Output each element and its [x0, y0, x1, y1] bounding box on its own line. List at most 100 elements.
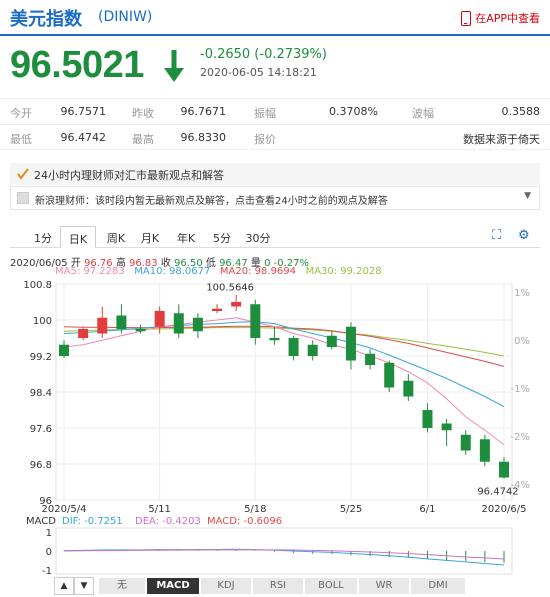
chevron-down-icon[interactable]: ▼: [524, 191, 531, 201]
advisor-section-header[interactable]: 24小时内理财师对汇市最新观点和解答: [10, 163, 540, 185]
header-bar: 美元指数 (DINIW) 在APP中查看: [0, 0, 550, 36]
indicator-wr-button[interactable]: WR: [358, 577, 410, 595]
stat-value-amplitude: 0.3708%: [329, 105, 378, 118]
indicator-dmi-button[interactable]: DMI: [410, 577, 466, 595]
candle-body: [422, 410, 433, 428]
candle-body: [307, 344, 318, 356]
candle-body: [269, 338, 280, 341]
x-tick-label: 2020/5/4: [42, 504, 87, 515]
macd-y-tick: -1: [42, 566, 52, 576]
candle-body: [460, 434, 471, 451]
candle-body: [403, 380, 414, 397]
candle-body: [288, 338, 299, 356]
x-tick-label: 2020/6/5: [482, 504, 527, 515]
stats-table: 今开 96.7571 昨收 96.7671 振幅 0.3708% 波幅 0.35…: [0, 98, 550, 150]
ma5-line: [63, 317, 505, 446]
quote-timestamp: 2020-06-05 14:18:21: [200, 66, 317, 79]
indicator-kdj-button[interactable]: KDJ: [200, 577, 252, 595]
dea-label: DEA: -0.4203: [135, 516, 201, 527]
candle-body: [326, 335, 337, 347]
down-arrow-icon: [164, 50, 184, 82]
x-tick-label: 5/11: [148, 504, 170, 515]
y-tick-label: 98.4: [30, 388, 52, 399]
indicator-boll-button[interactable]: BOLL: [304, 577, 358, 595]
advisor-section-title: 24小时内理财师对汇市最新观点和解答: [34, 169, 224, 182]
stat-value-quote-source: 数据来源于倚天: [463, 133, 540, 146]
checkmark-icon: [17, 168, 29, 180]
candle-body: [345, 326, 356, 361]
tab-30min[interactable]: 30分: [242, 226, 274, 248]
stat-label-prev-close: 昨收: [132, 107, 154, 120]
symbol-code: (DINIW): [98, 9, 153, 25]
candle-body: [78, 329, 89, 338]
ma20-line: [63, 325, 505, 367]
x-tick-label: 6/1: [419, 504, 435, 515]
candle-body: [250, 304, 261, 338]
chart-period-tabs: 1分 日K 周K 月K 年K 5分 30分 ⛶ ⚙: [10, 226, 540, 248]
current-price: 96.5021: [10, 44, 144, 86]
y-tick-label: 99.2: [30, 352, 52, 363]
dif-line: [63, 548, 505, 566]
indicator-bar: 无 MACD KDJ RSI BOLL WR DMI: [54, 577, 544, 595]
right-percent-label: -2%: [511, 432, 530, 443]
stat-label-amplitude: 振幅: [254, 107, 276, 120]
stat-label-low: 最低: [10, 133, 32, 146]
macd-y-tick: 1: [46, 528, 52, 539]
macd-y-tick: 0: [46, 547, 52, 558]
chart-tools: ⛶ ⚙: [492, 229, 532, 243]
price-change: -0.2650 (-0.2739%): [200, 47, 327, 62]
stats-row: 最低 96.4742 最高 96.8330 报价 数据来源于倚天: [0, 124, 550, 150]
candle-body: [441, 423, 452, 431]
indicator-none-button[interactable]: 无: [98, 577, 146, 595]
tab-yearly[interactable]: 年K: [172, 226, 200, 248]
dif-label: DIF: -0.7251: [62, 516, 123, 527]
candle-body: [479, 439, 490, 462]
candlestick-chart[interactable]: 100.810099.298.497.696.8961%0%-1%-2%-4%2…: [0, 276, 550, 516]
right-percent-label: 0%: [514, 336, 530, 347]
candle-body: [97, 317, 108, 334]
candle-body: [365, 353, 376, 365]
y-tick-label: 97.6: [30, 424, 52, 435]
advisor-avatar: [17, 192, 29, 204]
tab-weekly[interactable]: 周K: [102, 226, 130, 248]
x-tick-label: 5/25: [340, 504, 362, 515]
y-tick-label: 100.8: [23, 280, 52, 291]
tab-5min[interactable]: 5分: [208, 226, 236, 248]
tab-monthly[interactable]: 月K: [136, 226, 164, 248]
phone-icon: [461, 10, 472, 26]
ma30-line: [63, 327, 505, 357]
candle-body: [135, 329, 146, 332]
right-percent-label: -1%: [511, 384, 530, 395]
candle-body: [192, 317, 203, 332]
indicator-rsi-button[interactable]: RSI: [252, 577, 304, 595]
stat-value-low: 96.4742: [60, 131, 107, 144]
y-tick-label: 100: [33, 316, 52, 327]
candle-body: [116, 315, 127, 329]
fullscreen-icon[interactable]: ⛶: [492, 229, 506, 243]
dea-line: [63, 549, 505, 560]
stat-label-quote-source: 报价: [254, 133, 276, 146]
extreme-value-label: 100.5646: [206, 283, 254, 294]
extreme-value-label: 96.4742: [477, 487, 518, 498]
macd-chart[interactable]: MACD DIF: -0.7251 DEA: -0.4203 MACD: -0.609…: [0, 516, 550, 576]
stat-label-high: 最高: [132, 133, 154, 146]
settings-icon[interactable]: ⚙: [518, 229, 532, 243]
candle-body: [173, 313, 184, 334]
candle-body: [212, 308, 223, 311]
indicator-macd-button[interactable]: MACD: [146, 577, 200, 595]
candle-body: [499, 461, 509, 478]
stat-value-prev-close: 96.7671: [180, 105, 227, 118]
macd-title: MACD: [26, 516, 56, 527]
open-in-app-link[interactable]: 在APP中查看: [461, 10, 540, 26]
stat-value-open: 96.7571: [60, 105, 107, 118]
tab-daily[interactable]: 日K: [60, 226, 96, 248]
macd-value-label: MACD: -0.6096: [207, 516, 282, 527]
advisor-notice[interactable]: 新浪理财师：该时段内暂无最新观点及解答，点击查看24小时之前的观点及解答 ▼: [10, 186, 540, 210]
right-percent-label: 1%: [514, 288, 530, 299]
stat-label-range: 波幅: [412, 107, 434, 120]
tab-1min[interactable]: 1分: [30, 226, 56, 248]
stat-value-range: 0.3588: [501, 105, 541, 118]
stat-value-high: 96.8330: [180, 131, 227, 144]
advisor-notice-text: 新浪理财师：该时段内暂无最新观点及解答，点击查看24小时之前的观点及解答: [35, 196, 388, 207]
x-tick-label: 5/18: [244, 504, 266, 515]
